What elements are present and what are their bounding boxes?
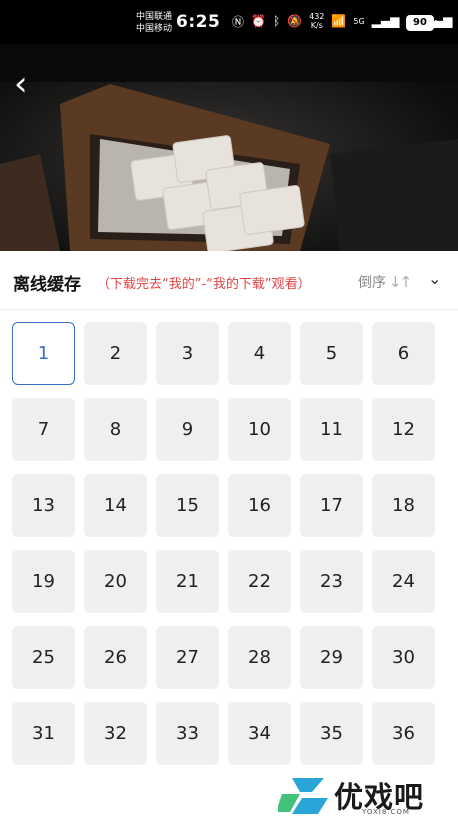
status-bar: 中国联通 中国移动 6:25 Ⓝ ⏰ ᛒ 🔕 432 K/s 📶 5G ▂▄▆ …: [0, 0, 458, 44]
episode-item[interactable]: 19: [12, 550, 75, 613]
net-speed-value: 432: [309, 12, 325, 21]
offline-cache-header: 离线缓存 （下载完去“我的”-“我的下载”观看） 倒序 ↓↑ ⌄: [0, 251, 458, 310]
episode-item[interactable]: 35: [300, 702, 363, 765]
episode-item[interactable]: 27: [156, 626, 219, 689]
section-title: 离线缓存: [13, 275, 81, 295]
back-icon: ‹: [14, 64, 28, 104]
episode-item[interactable]: 14: [84, 474, 147, 537]
episode-item[interactable]: 11: [300, 398, 363, 461]
episode-item[interactable]: 3: [156, 322, 219, 385]
episode-item[interactable]: 6: [372, 322, 435, 385]
bluetooth-icon: ᛒ: [272, 14, 281, 28]
watermark-logo-icon: [278, 778, 328, 814]
episode-item[interactable]: 26: [84, 626, 147, 689]
episode-item[interactable]: 2: [84, 322, 147, 385]
mute-icon: 🔕: [287, 14, 303, 28]
sort-icon: ↓↑: [389, 273, 412, 291]
chevron-down-icon: ⌄: [428, 269, 442, 288]
cover-image: [0, 44, 458, 251]
episode-item[interactable]: 31: [12, 702, 75, 765]
status-time: 6:25: [176, 12, 221, 32]
episode-item[interactable]: 24: [372, 550, 435, 613]
nfc-icon: Ⓝ: [232, 14, 245, 29]
episode-item[interactable]: 16: [228, 474, 291, 537]
video-cover: [0, 44, 458, 251]
wifi-icon: 📶: [331, 14, 347, 28]
episode-item[interactable]: 30: [372, 626, 435, 689]
carrier-1: 中国联通: [136, 12, 173, 22]
episode-item[interactable]: 1: [12, 322, 75, 385]
episode-item[interactable]: 33: [156, 702, 219, 765]
battery-indicator: 90: [406, 15, 437, 31]
alarm-icon: ⏰: [251, 14, 266, 28]
episode-grid: 1 2 3 4 5 6 7 8 9 10 11 12 13 14 15 16 1…: [12, 322, 435, 765]
episode-item[interactable]: 9: [156, 398, 219, 461]
episode-item[interactable]: 25: [12, 626, 75, 689]
episode-item[interactable]: 4: [228, 322, 291, 385]
episode-item[interactable]: 28: [228, 626, 291, 689]
net-speed: 432 K/s: [309, 12, 324, 30]
episode-item[interactable]: 5: [300, 322, 363, 385]
signal-bars-icon: ▂▄▆: [371, 14, 400, 28]
expand-button[interactable]: ⌄: [428, 269, 441, 288]
sort-label: 倒序: [358, 275, 386, 291]
episode-item[interactable]: 32: [84, 702, 147, 765]
episode-item[interactable]: 22: [228, 550, 291, 613]
signal-1: 5G: [353, 16, 365, 26]
episode-item[interactable]: 8: [84, 398, 147, 461]
episode-item[interactable]: 34: [228, 702, 291, 765]
episode-item[interactable]: 13: [12, 474, 75, 537]
episode-item[interactable]: 20: [84, 550, 147, 613]
sort-button[interactable]: 倒序 ↓↑: [358, 272, 412, 292]
episode-item[interactable]: 36: [372, 702, 435, 765]
episode-item[interactable]: 17: [300, 474, 363, 537]
carrier-2: 中国移动: [136, 24, 173, 34]
watermark-domain: YOXI8.COM: [362, 808, 410, 816]
episode-item[interactable]: 29: [300, 626, 363, 689]
back-button[interactable]: ‹: [14, 67, 50, 104]
episode-item[interactable]: 10: [228, 398, 291, 461]
episode-item[interactable]: 15: [156, 474, 219, 537]
episode-item[interactable]: 23: [300, 550, 363, 613]
download-hint: （下载完去“我的”-“我的下载”观看）: [97, 277, 311, 292]
episode-item[interactable]: 7: [12, 398, 75, 461]
site-watermark: 优戏吧 YOXI8.COM: [278, 770, 458, 820]
episode-item[interactable]: 18: [372, 474, 435, 537]
episode-item[interactable]: 12: [372, 398, 435, 461]
net-speed-unit: K/s: [310, 21, 323, 30]
episode-item[interactable]: 21: [156, 550, 219, 613]
carrier-info: 中国联通 中国移动: [136, 11, 172, 35]
